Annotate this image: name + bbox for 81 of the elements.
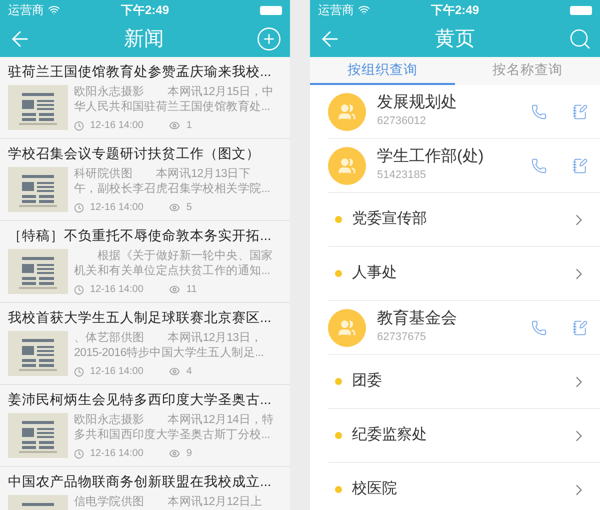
department-row[interactable]: 人事处 — [328, 247, 600, 301]
department-row[interactable]: 团委 — [328, 355, 600, 409]
carrier-name: 运营商 — [318, 2, 354, 19]
news-item[interactable]: 中国农产品物联商务创新联盟在我校成立... 信电学院供图 本网讯12月12日上 — [0, 467, 290, 510]
news-date: 12-16 14:00 — [90, 365, 144, 379]
news-title: 驻荷兰王国使馆教育处参赞孟庆瑜来我校... — [8, 63, 272, 81]
screen-title: 黄页 — [435, 26, 475, 52]
views-icon — [169, 202, 180, 213]
phone-number: 62736012 — [377, 114, 427, 130]
department-row[interactable]: 党委宣传部 — [328, 193, 600, 247]
screen-title: 新闻 — [124, 26, 164, 52]
news-summary: 、体艺部供图 本网讯12月13日， 2015-2016特步中国大学生五人制足... — [74, 331, 264, 361]
news-summary: 欧阳永志摄影 本网讯12月14日，特 多共和国西印度大学圣奥古斯丁分校... — [74, 413, 274, 443]
news-title: 我校首获大学生五人制足球联赛北京赛区... — [8, 309, 272, 327]
department-name: 人事处 — [352, 263, 398, 284]
department-name: 学生工作部(处) — [377, 147, 485, 168]
phone-number: 62737675 — [377, 330, 427, 346]
department-name: 教育基金会 — [377, 309, 458, 330]
newspaper-icon — [8, 167, 68, 212]
views-icon — [169, 120, 180, 131]
add-button[interactable] — [256, 26, 282, 52]
news-title: 中国农产品物联商务创新联盟在我校成立... — [8, 473, 272, 491]
newspaper-icon — [8, 331, 68, 376]
clock-icon — [74, 284, 84, 294]
news-date: 12-16 14:00 — [90, 283, 144, 297]
view-count: 11 — [186, 283, 197, 297]
newspaper-icon — [8, 413, 68, 458]
news-title: ［特稿］不负重托不辱使命敦本务实开拓... — [8, 227, 272, 245]
views-icon — [169, 366, 180, 377]
news-title: 姜沛民柯炳生会见特多西印度大学圣奥古... — [8, 391, 272, 409]
department-row[interactable]: 校医院 — [328, 463, 600, 510]
news-item[interactable]: 学校召集会议专题研讨扶贫工作（图文） 科研院供图 本网讯12月13日下 午，副校长李召虎召集学校相关学院... 12-16 14:00 5 — [0, 139, 290, 221]
news-summary: 欧阳永志摄影 本网讯12月15日，中 华人民共和国驻荷兰王国使馆教育处... — [74, 85, 274, 115]
department-name: 校医院 — [352, 479, 398, 500]
carrier-name: 运营商 — [8, 2, 44, 19]
group-avatar-icon — [328, 92, 366, 130]
department-name: 纪委监察处 — [352, 425, 428, 446]
view-count: 4 — [186, 365, 192, 379]
clock-icon — [74, 120, 84, 130]
message-button[interactable] — [572, 158, 588, 174]
clock-icon — [74, 366, 84, 376]
phone-number: 51423185 — [377, 168, 427, 184]
news-date: 12-16 14:00 — [90, 119, 144, 133]
department-name: 党委宣传部 — [352, 209, 428, 230]
battery-icon — [570, 6, 592, 14]
views-icon — [169, 284, 180, 295]
call-button[interactable] — [531, 158, 547, 174]
status-time: 下午2:49 — [430, 2, 480, 19]
search-button[interactable] — [568, 26, 592, 50]
contact-row[interactable]: 学生工作部(处) 51423185 — [328, 139, 600, 193]
clock-icon — [74, 448, 84, 458]
clock-icon — [74, 202, 84, 212]
newspaper-icon — [8, 85, 68, 130]
news-item[interactable]: 我校首获大学生五人制足球联赛北京赛区... 、体艺部供图 本网讯12月13日， 2015-2016特步中国大学生五人制足... 12-16 14:00 4 — [0, 303, 290, 385]
department-name: 团委 — [352, 371, 383, 392]
group-avatar-icon — [328, 308, 366, 346]
news-summary: 信电学院供图 本网讯12月12日上 — [74, 495, 262, 510]
call-button[interactable] — [531, 104, 547, 120]
news-date: 12-16 14:00 — [90, 447, 144, 461]
call-button[interactable] — [531, 320, 547, 336]
view-count: 5 — [186, 201, 192, 215]
message-button[interactable] — [572, 320, 588, 336]
news-summary: 科研院供图 本网讯12月13日下 午，副校长李召虎召集学校相关学院... — [74, 167, 270, 197]
news-item[interactable]: ［特稿］不负重托不辱使命敦本务实开拓... 根据《关于做好新一轮中央、国家 机关和有关单位定点扶贫工作的通知... 12-16 14:00 11 — [0, 221, 290, 303]
view-count: 1 — [186, 119, 192, 133]
newspaper-icon — [8, 249, 68, 294]
news-item[interactable]: 驻荷兰王国使馆教育处参赞孟庆瑜来我校... 欧阳永志摄影 本网讯12月15日，中 华人民共和国驻荷兰王国使馆教育处... 12-16 14:00 1 — [0, 57, 290, 139]
group-avatar-icon — [328, 146, 366, 184]
news-title: 学校召集会议专题研讨扶贫工作（图文） — [8, 145, 260, 163]
news-date: 12-16 14:00 — [90, 201, 144, 215]
message-button[interactable] — [572, 104, 588, 120]
news-item[interactable]: 姜沛民柯炳生会见特多西印度大学圣奥古... 欧阳永志摄影 本网讯12月14日，特 多共和国西印度大学圣奥古斯丁分校... 12-16 14:00 9 — [0, 385, 290, 467]
contact-row[interactable]: 教育基金会 62737675 — [328, 301, 600, 355]
battery-icon — [260, 6, 282, 14]
view-count: 9 — [186, 447, 192, 461]
news-summary: 根据《关于做好新一轮中央、国家 机关和有关单位定点扶贫工作的通知... — [74, 249, 273, 279]
contact-row[interactable]: 发展规划处 62736012 — [328, 85, 600, 139]
department-name: 发展规划处 — [377, 93, 458, 114]
department-row[interactable]: 纪委监察处 — [328, 409, 600, 463]
views-icon — [169, 448, 180, 459]
status-time: 下午2:49 — [120, 2, 170, 19]
